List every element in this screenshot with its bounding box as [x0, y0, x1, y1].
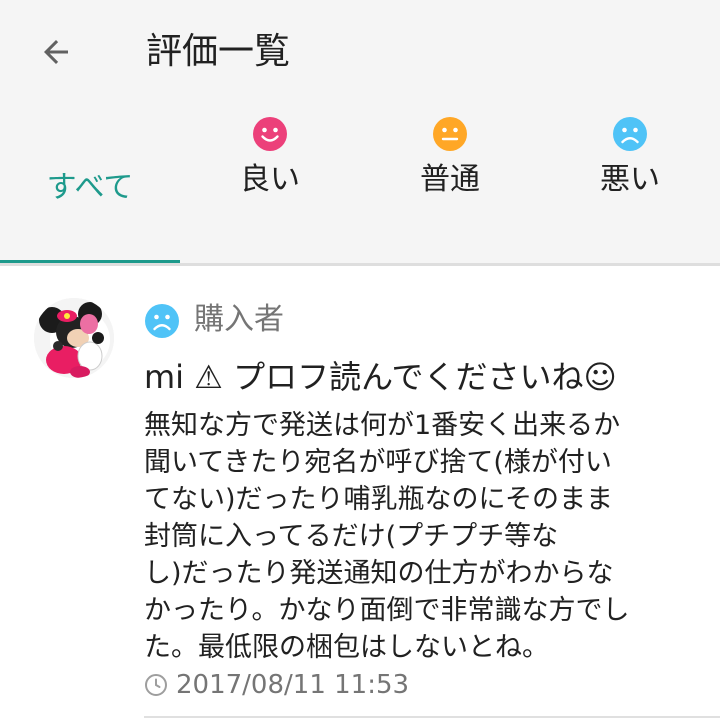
review-time: 2017/08/11 11:53 — [144, 667, 409, 703]
tab-normal-label: 普通 — [420, 162, 480, 197]
arrow-left-icon — [44, 40, 68, 64]
tab-bad-label: 悪い — [600, 162, 660, 197]
review-divider — [144, 716, 720, 718]
review-timestamp: 2017/08/11 11:53 — [176, 670, 410, 700]
avatar-image — [34, 298, 114, 378]
avatar[interactable] — [34, 298, 114, 378]
smile-face-icon — [253, 117, 287, 151]
sad-face-icon — [613, 117, 647, 151]
neutral-face-icon — [433, 117, 467, 151]
header-divider — [0, 263, 720, 266]
rating-tabs: すべて 良い 普通 悪い — [0, 100, 720, 263]
page-title: 評価一覧 — [146, 31, 291, 72]
reviewer-role: 購入者 — [194, 302, 284, 337]
tab-bad[interactable]: 悪い — [540, 100, 720, 263]
tab-all-label: すべて — [46, 170, 134, 205]
sad-face-icon — [145, 304, 179, 338]
tab-good-label: 良い — [240, 162, 300, 197]
app-header: 評価一覧 すべて 良い 普通 悪い — [0, 0, 720, 263]
tab-good[interactable]: 良い — [180, 100, 360, 263]
clock-icon — [145, 674, 167, 696]
review-comment: 無知な方で発送は何が1番安く出来るか 聞いてきたり宛名が呼び捨て(様が付い てな… — [144, 410, 630, 663]
back-button[interactable] — [36, 32, 76, 72]
tab-all[interactable]: すべて — [0, 100, 180, 263]
reviewer-name[interactable]: mi ⚠ プロフ読んでくださいね☺ — [144, 355, 617, 399]
tab-normal[interactable]: 普通 — [360, 100, 540, 263]
